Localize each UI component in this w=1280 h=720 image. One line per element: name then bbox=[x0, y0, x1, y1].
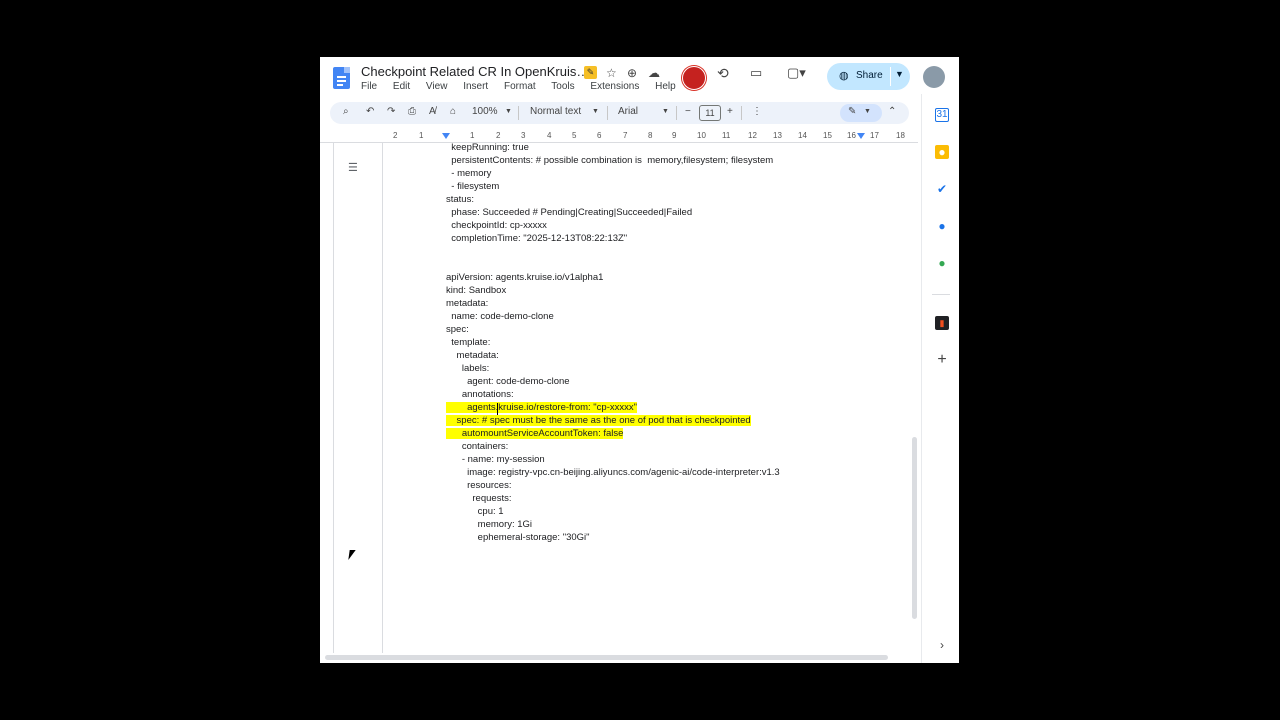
contacts-icon[interactable]: ● bbox=[935, 219, 949, 233]
maps-icon[interactable]: ● bbox=[935, 256, 949, 270]
account-avatar[interactable] bbox=[923, 66, 945, 88]
star-icon[interactable]: ☆ bbox=[606, 66, 617, 80]
zoom-select[interactable]: 100% bbox=[472, 106, 498, 117]
chevron-down-icon[interactable]: ▼ bbox=[662, 108, 669, 115]
menu-tools[interactable]: Tools bbox=[551, 81, 574, 92]
right-indent-marker[interactable] bbox=[857, 133, 865, 139]
addon-icon[interactable]: ▮ bbox=[935, 316, 949, 330]
google-docs-window: Checkpoint Related CR In OpenKruis… File… bbox=[320, 57, 959, 663]
gemini-badge-icon[interactable]: ✎ bbox=[584, 66, 597, 79]
hide-menus-icon[interactable]: ⌃ bbox=[888, 106, 896, 117]
tasks-icon[interactable]: ✔ bbox=[935, 182, 949, 196]
doc-line: labels: bbox=[446, 363, 490, 374]
expand-icon[interactable]: › bbox=[935, 638, 949, 652]
chevron-down-icon[interactable]: ▼ bbox=[592, 108, 599, 115]
doc-line-highlighted: agents.kruise.io/restore-from: "cp-xxxxx… bbox=[446, 402, 637, 413]
redo-icon[interactable]: ↷ bbox=[387, 106, 395, 117]
vertical-ruler bbox=[328, 143, 334, 653]
horizontal-ruler: 2 1 1 2 3 4 5 6 7 8 9 10 11 12 13 14 15 … bbox=[320, 130, 918, 142]
version-history-icon[interactable]: ⟲ bbox=[717, 65, 729, 82]
chevron-down-icon: ▼ bbox=[864, 108, 871, 115]
font-select[interactable]: Arial bbox=[618, 106, 638, 117]
calendar-icon[interactable]: 31 bbox=[935, 108, 949, 122]
doc-line: cpu: 1 bbox=[446, 506, 504, 517]
doc-line: ephemeral-storage: "30Gi" bbox=[446, 532, 590, 543]
text-caret bbox=[497, 403, 498, 415]
doc-line: resources: bbox=[446, 480, 512, 491]
print-icon[interactable]: ⎙ bbox=[408, 106, 416, 117]
undo-icon[interactable]: ↶ bbox=[366, 106, 374, 117]
increase-font-size-icon[interactable]: + bbox=[727, 106, 733, 117]
doc-line: persistentContents: # possible combinati… bbox=[446, 155, 774, 166]
globe-icon: ◍ bbox=[839, 70, 849, 82]
editing-mode-button[interactable]: ✎ ▼ bbox=[840, 104, 882, 122]
menu-view[interactable]: View bbox=[426, 81, 448, 92]
doc-line: - name: my-session bbox=[446, 454, 545, 465]
add-icon[interactable]: + bbox=[935, 352, 949, 368]
doc-line-highlighted: spec: # spec must be the same as the one… bbox=[446, 415, 751, 426]
menu-format[interactable]: Format bbox=[504, 81, 536, 92]
doc-line: requests: bbox=[446, 493, 512, 504]
cloud-status-icon[interactable]: ☁ bbox=[648, 66, 660, 80]
doc-line: status: bbox=[446, 194, 474, 205]
keep-icon[interactable]: ● bbox=[935, 145, 949, 159]
doc-line: metadata: bbox=[446, 350, 499, 361]
doc-line-highlighted: automountServiceAccountToken: false bbox=[446, 428, 624, 439]
doc-line: annotations: bbox=[446, 389, 514, 400]
paint-format-icon[interactable]: ⌂ bbox=[450, 106, 456, 117]
horizontal-scrollbar[interactable] bbox=[325, 655, 888, 660]
doc-line: agent: code-demo-clone bbox=[446, 376, 570, 387]
search-menus-icon[interactable]: ⌕ bbox=[343, 106, 349, 117]
vertical-scrollbar[interactable] bbox=[912, 437, 917, 619]
doc-line: completionTime: "2025-12-13T08:22:13Z" bbox=[446, 233, 628, 244]
doc-line: name: code-demo-clone bbox=[446, 311, 554, 322]
document-outline-icon[interactable]: ☰ bbox=[348, 161, 358, 174]
spellcheck-icon[interactable]: A̸ bbox=[429, 106, 436, 117]
toolbar: ⌕ ↶ ↷ ⎙ A̸ ⌂ 100% ▼ Normal text ▼ Arial … bbox=[330, 102, 909, 124]
share-dropdown-icon[interactable]: ▼ bbox=[895, 69, 904, 79]
doc-line: checkpointId: cp-xxxxx bbox=[446, 220, 547, 231]
doc-line: spec: bbox=[446, 324, 469, 335]
chevron-down-icon[interactable]: ▼ bbox=[505, 108, 512, 115]
comments-icon[interactable]: ▭ bbox=[750, 65, 762, 81]
side-panel: 31 ● ✔ ● ● ▮ + › bbox=[921, 94, 959, 663]
indent-marker[interactable] bbox=[442, 133, 450, 139]
doc-line: metadata: bbox=[446, 298, 489, 309]
move-icon[interactable]: ⊕ bbox=[627, 66, 637, 80]
menu-extensions[interactable]: Extensions bbox=[590, 81, 639, 92]
doc-line: image: registry-vpc.cn-beijing.aliyuncs.… bbox=[446, 467, 780, 478]
menu-bar: File Edit View Insert Format Tools Exten… bbox=[361, 81, 689, 92]
menu-file[interactable]: File bbox=[361, 81, 377, 92]
menu-help[interactable]: Help bbox=[655, 81, 676, 92]
menu-insert[interactable]: Insert bbox=[463, 81, 488, 92]
decrease-font-size-icon[interactable]: − bbox=[685, 106, 691, 117]
doc-line: template: bbox=[446, 337, 491, 348]
more-options-icon[interactable]: ⋮ bbox=[752, 106, 762, 117]
doc-line: phase: Succeeded # Pending|Creating|Succ… bbox=[446, 207, 693, 218]
doc-line: keepRunning: true bbox=[446, 142, 529, 153]
doc-line: apiVersion: agents.kruise.io/v1alpha1 bbox=[446, 272, 604, 283]
meet-icon[interactable]: ▢▾ bbox=[787, 65, 806, 81]
doc-line: - memory bbox=[446, 168, 492, 179]
edit-pencil-icon: ✎ bbox=[848, 106, 857, 117]
paragraph-style-select[interactable]: Normal text bbox=[530, 106, 581, 117]
share-button[interactable]: ◍ Share ▼ bbox=[827, 63, 910, 90]
doc-line: kind: Sandbox bbox=[446, 285, 507, 296]
font-size-input[interactable]: 11 bbox=[699, 105, 721, 121]
doc-line: memory: 1Gi bbox=[446, 519, 533, 530]
collaborator-avatar[interactable] bbox=[682, 66, 706, 90]
doc-line: - filesystem bbox=[446, 181, 500, 192]
docs-logo-icon[interactable] bbox=[333, 67, 350, 89]
doc-line: containers: bbox=[446, 441, 509, 452]
document-title[interactable]: Checkpoint Related CR In OpenKruis… bbox=[361, 64, 589, 79]
menu-edit[interactable]: Edit bbox=[393, 81, 410, 92]
